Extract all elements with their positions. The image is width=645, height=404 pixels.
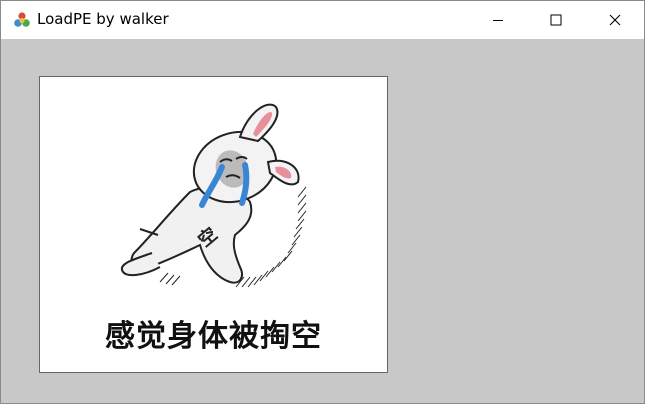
- close-button[interactable]: [586, 1, 644, 39]
- title-bar[interactable]: LoadPE by walker: [1, 1, 644, 39]
- picture-box: 空 感觉身体被掏空: [39, 76, 388, 373]
- close-icon: [609, 14, 621, 26]
- app-window: LoadPE by walker 空 感觉身体被掏空: [0, 0, 645, 404]
- minimize-button[interactable]: [469, 1, 527, 39]
- minimize-icon: [493, 20, 503, 21]
- client-area: 空 感觉身体被掏空: [1, 39, 644, 403]
- window-title: LoadPE by walker: [37, 10, 169, 28]
- loadpe-app-icon: [14, 12, 30, 27]
- maximize-button[interactable]: [527, 1, 585, 39]
- meme-caption: 感觉身体被掏空: [105, 319, 322, 354]
- maximize-icon: [550, 14, 562, 26]
